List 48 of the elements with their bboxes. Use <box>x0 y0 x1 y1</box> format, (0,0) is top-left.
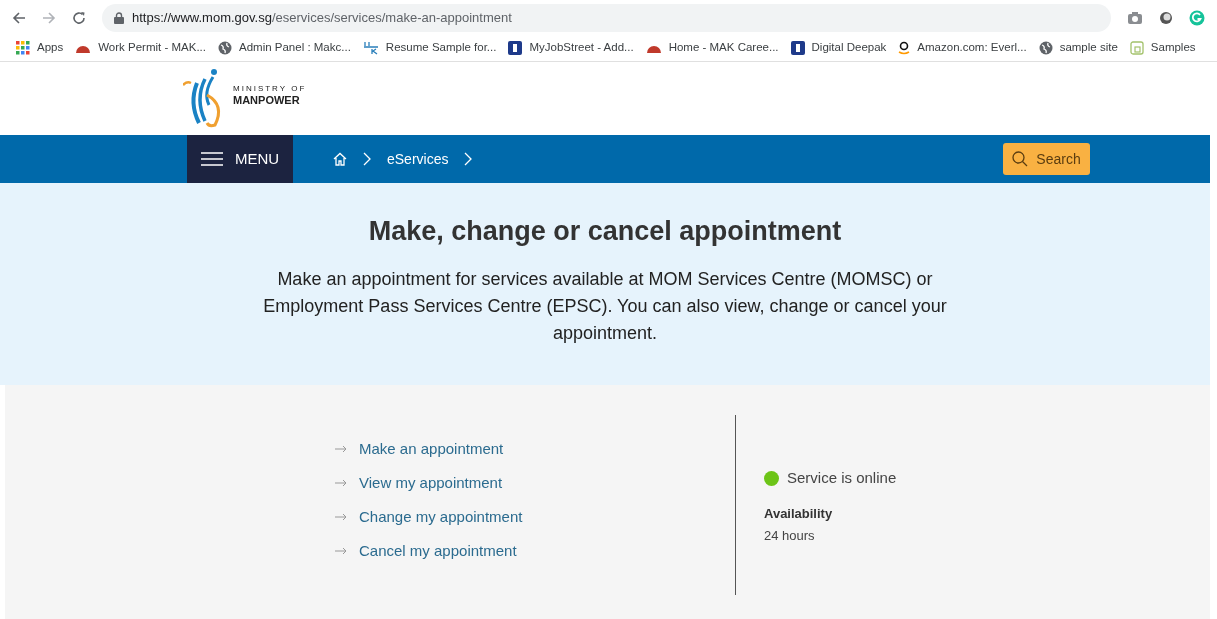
chevron-right-icon <box>464 152 473 166</box>
menu-button[interactable]: MENU <box>187 135 293 183</box>
camera-icon[interactable] <box>1127 10 1143 25</box>
smile-logo-icon <box>898 41 911 55</box>
bookmark-link[interactable]: MyJobStreet - Add... <box>529 39 634 57</box>
logo-subtitle: MINISTRY OF <box>233 85 307 93</box>
bookmark-link[interactable]: sample site <box>1059 39 1118 57</box>
bookmark-link[interactable]: Apps <box>37 39 64 57</box>
bookmark-link[interactable]: Samples <box>1150 39 1196 57</box>
appointment-link[interactable]: Change my appointment <box>359 505 523 528</box>
logo-title: MANPOWER <box>233 95 301 106</box>
breadcrumb-link[interactable]: eServices <box>387 148 449 170</box>
arrow-right-icon <box>335 478 347 487</box>
home-icon[interactable] <box>333 152 347 166</box>
extension-icon[interactable] <box>1159 10 1173 25</box>
bookmark-link[interactable]: Resume Sample for... <box>385 39 497 57</box>
appointment-link[interactable]: Make an appointment <box>359 437 504 460</box>
address-bar[interactable]: https://www.mom.gov.sg/eservices/services/make-an-appointment <box>102 3 1111 32</box>
search-button[interactable]: Search <box>1003 143 1090 175</box>
arrow-right-icon <box>335 546 347 555</box>
arrow-right-icon <box>335 444 347 453</box>
bookmark-link[interactable]: Admin Panel : Makc... <box>239 39 351 57</box>
chevron-right-icon <box>363 152 371 166</box>
appointment-link[interactable]: View my appointment <box>359 471 503 494</box>
status-text: Service is online <box>787 468 897 488</box>
appointment-link[interactable]: Cancel my appointment <box>359 539 517 562</box>
bookmark-link[interactable]: Amazon.com: Everl... <box>917 39 1027 57</box>
monogram-icon <box>362 41 379 55</box>
menu-icon <box>200 152 223 166</box>
search-icon <box>1012 151 1029 167</box>
url-text: https://www.mom.gov.sg/eservices/services/make-an-appointment <box>132 8 512 27</box>
bookmark-link[interactable]: Digital Deepak <box>811 39 887 57</box>
bookmark-link[interactable]: Work Permit - MAK... <box>98 39 206 57</box>
square-logo-icon <box>790 41 805 55</box>
square-logo-icon <box>508 41 523 55</box>
reload-icon[interactable] <box>72 10 86 25</box>
apps-grid-icon <box>16 41 30 55</box>
availability-value: 24 hours <box>764 527 816 545</box>
lock-icon <box>114 11 124 24</box>
globe-icon <box>218 41 232 55</box>
availability-label: Availability <box>764 504 834 523</box>
page-title: Make, change or cancel appointment <box>368 215 842 248</box>
document-icon <box>1129 41 1144 55</box>
arrow-right-icon <box>335 512 347 521</box>
back-icon[interactable] <box>12 10 26 25</box>
globe-icon <box>1038 41 1053 55</box>
page-description: Make an appointment for services available at MOM Services Centre (MOMSC) or Employment Pass Services Centre (EPSC). You can also view, change or cancel your appointment. <box>262 267 948 345</box>
bookmark-link[interactable]: Home - MAK Caree... <box>668 39 779 57</box>
